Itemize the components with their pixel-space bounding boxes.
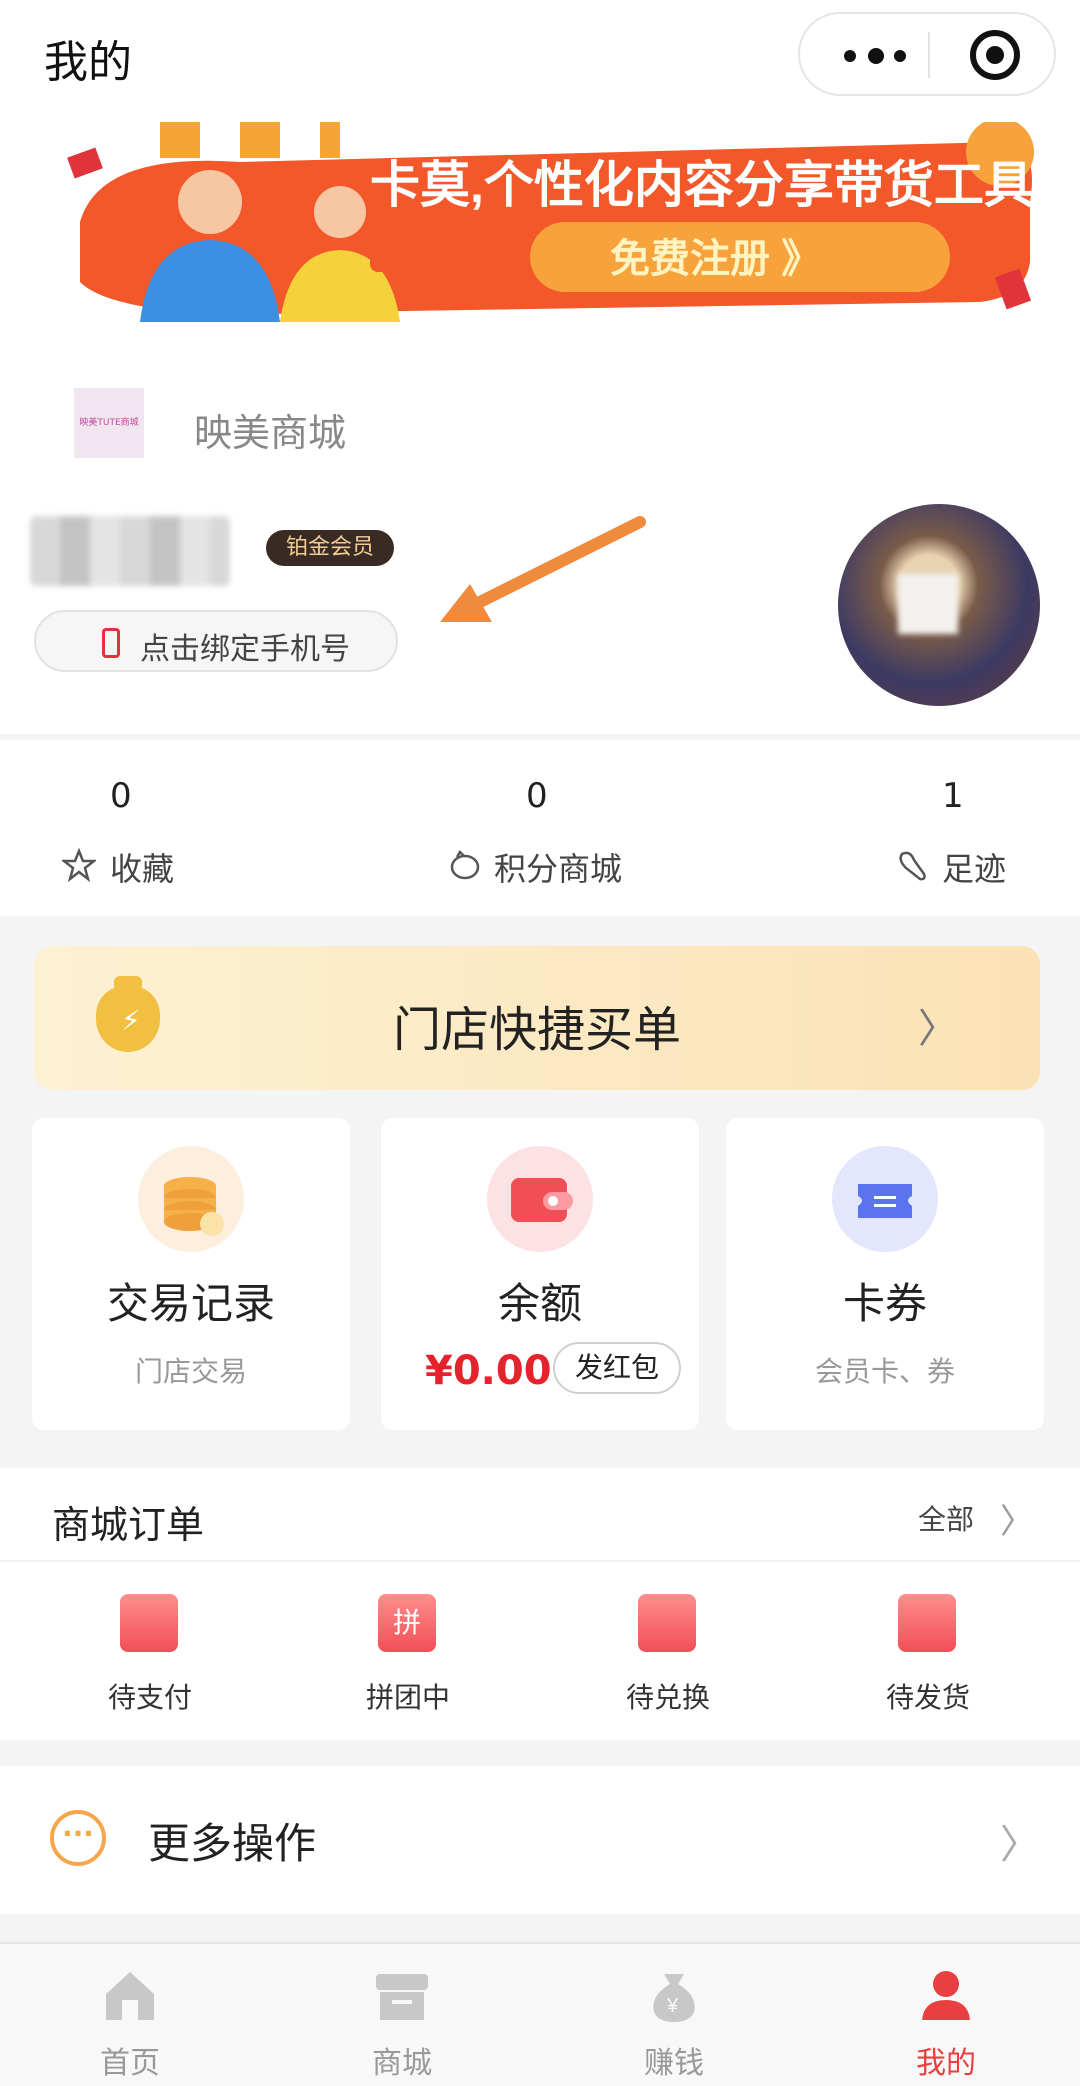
tab-home-label: 首页 bbox=[100, 2046, 160, 2081]
home-icon bbox=[106, 1972, 154, 2020]
stat-footprint-label: 足迹 bbox=[942, 850, 1007, 888]
footprint-icon bbox=[899, 851, 926, 881]
order-group-buying[interactable]: 拼 拼团中 bbox=[328, 1594, 488, 1714]
tab-mall-label: 商城 bbox=[372, 2046, 432, 2081]
trade-records-subtitle: 门店交易 bbox=[134, 1355, 247, 1388]
balance-amount: ¥0.00 bbox=[425, 1348, 552, 1394]
balance-title: 余额 bbox=[497, 1279, 582, 1328]
annotation-arrow bbox=[440, 516, 646, 622]
tab-earn-label: 赚钱 bbox=[644, 2046, 704, 2081]
shop-name: 映美商城 bbox=[194, 411, 347, 455]
wallet-icon bbox=[487, 1146, 593, 1252]
stat-points-mall[interactable]: 0 积分商城 bbox=[446, 740, 646, 916]
stats-row: 0 收藏 0 积分商城 1 足迹 bbox=[0, 740, 1080, 916]
store-icon bbox=[376, 1974, 428, 2020]
chevron-right-icon: 〉 bbox=[918, 1006, 958, 1052]
order-pending-shipment-label: 待发货 bbox=[885, 1681, 970, 1714]
more-actions-row[interactable]: ··· 更多操作 〉 bbox=[0, 1766, 1080, 1914]
order-group-buying-label: 拼团中 bbox=[365, 1681, 450, 1714]
profile-section: 卡莫,个性化内容分享带货工具 免费注册 》 映美TUTE商城 映美商城 铂金会员… bbox=[0, 112, 1080, 734]
ticket-icon bbox=[832, 1146, 938, 1252]
order-pending-payment-label: 待支付 bbox=[107, 1681, 192, 1714]
miniprogram-capsule bbox=[798, 12, 1056, 96]
user-icon bbox=[922, 1971, 970, 2020]
store-icon bbox=[638, 1594, 696, 1652]
view-all-orders-link[interactable]: 全部 bbox=[918, 1498, 974, 1538]
money-bag-icon: ¥ bbox=[653, 1974, 695, 2022]
more-options-icon[interactable] bbox=[836, 32, 926, 76]
promo-banner[interactable]: 卡莫,个性化内容分享带货工具 免费注册 》 bbox=[40, 118, 1050, 332]
tab-mine[interactable]: 我的 bbox=[846, 1944, 1046, 2086]
stat-footprint[interactable]: 1 足迹 bbox=[896, 740, 1036, 916]
order-pending-redeem-label: 待兑换 bbox=[625, 1681, 710, 1714]
banner-headline: 卡莫,个性化内容分享带货工具 bbox=[370, 157, 1034, 213]
stat-favorites[interactable]: 0 收藏 bbox=[60, 740, 200, 916]
coupons-title: 卡券 bbox=[842, 1279, 927, 1328]
wallet-icon bbox=[120, 1594, 178, 1652]
capsule-divider bbox=[928, 32, 930, 78]
more-actions-label: 更多操作 bbox=[148, 1819, 317, 1868]
tab-home[interactable]: 首页 bbox=[30, 1944, 230, 2086]
trade-records-card[interactable]: 交易记录 门店交易 bbox=[32, 1118, 350, 1430]
piggy-icon bbox=[450, 849, 480, 880]
store-quick-pay-button[interactable]: ⚡ 门店快捷买单 〉 bbox=[34, 946, 1040, 1090]
phone-icon bbox=[102, 628, 120, 658]
vip-level-badge: 铂金会员 bbox=[266, 530, 395, 566]
balance-card[interactable]: 余额 ¥0.00 发红包 bbox=[381, 1118, 699, 1430]
mall-orders-section: 商城订单 全部 〉 待支付 拼 拼团中 待兑换 待发货 bbox=[0, 1468, 1080, 1740]
stat-favorites-count: 0 bbox=[110, 776, 132, 816]
coupons-card[interactable]: 卡券 会员卡、券 bbox=[726, 1118, 1044, 1430]
quick-pay-label: 门店快捷买单 bbox=[392, 1002, 681, 1058]
mall-orders-title: 商城订单 bbox=[52, 1503, 205, 1547]
order-pending-shipment[interactable]: 待发货 bbox=[848, 1594, 1008, 1714]
top-bar: 我的 bbox=[0, 0, 1080, 112]
order-pending-redeem[interactable]: 待兑换 bbox=[588, 1594, 748, 1714]
avatar[interactable] bbox=[838, 504, 1040, 706]
group-buy-icon: 拼 bbox=[378, 1594, 436, 1652]
stat-points-label: 积分商城 bbox=[494, 850, 623, 888]
send-red-packet-button[interactable]: 发红包 bbox=[553, 1342, 681, 1394]
section-divider bbox=[0, 1560, 1080, 1562]
money-bag-glyph: ¥ bbox=[666, 1995, 679, 2017]
star-icon bbox=[62, 848, 96, 882]
bottom-tab-bar: 首页 商城 ¥ 赚钱 我的 bbox=[0, 1942, 1080, 2086]
banner-cta: 免费注册 》 bbox=[610, 237, 821, 281]
chevron-right-icon[interactable]: 〉 bbox=[1000, 1494, 1034, 1543]
stat-points-count: 0 bbox=[526, 776, 548, 816]
more-dots-icon: ··· bbox=[50, 1810, 106, 1866]
truck-icon bbox=[898, 1594, 956, 1652]
tab-mall[interactable]: 商城 bbox=[302, 1944, 502, 2086]
stat-footprint-count: 1 bbox=[942, 776, 964, 816]
tab-mine-label: 我的 bbox=[916, 2046, 976, 2081]
user-nickname-blurred bbox=[30, 516, 230, 586]
page-title: 我的 bbox=[44, 37, 132, 88]
banner-graphic: 卡莫,个性化内容分享带货工具 免费注册 》 bbox=[67, 118, 1034, 322]
avatar-face-blurred bbox=[898, 574, 958, 634]
bind-phone-label: 点击绑定手机号 bbox=[140, 632, 350, 667]
group-buy-glyph: 拼 bbox=[392, 1606, 421, 1639]
order-pending-payment[interactable]: 待支付 bbox=[70, 1594, 230, 1714]
coupons-subtitle: 会员卡、券 bbox=[814, 1355, 955, 1388]
trade-records-title: 交易记录 bbox=[106, 1279, 275, 1328]
tab-earn[interactable]: ¥ 赚钱 bbox=[574, 1944, 774, 2086]
chevron-right-icon: 〉 bbox=[1000, 1822, 1040, 1868]
close-miniprogram-icon[interactable] bbox=[970, 30, 1020, 80]
shop-logo: 映美TUTE商城 bbox=[74, 388, 144, 458]
coins-icon bbox=[138, 1146, 244, 1252]
balance-row: ¥0.00 发红包 bbox=[381, 1342, 699, 1396]
stat-favorites-label: 收藏 bbox=[110, 850, 175, 888]
bind-phone-button[interactable]: 点击绑定手机号 bbox=[34, 610, 398, 672]
